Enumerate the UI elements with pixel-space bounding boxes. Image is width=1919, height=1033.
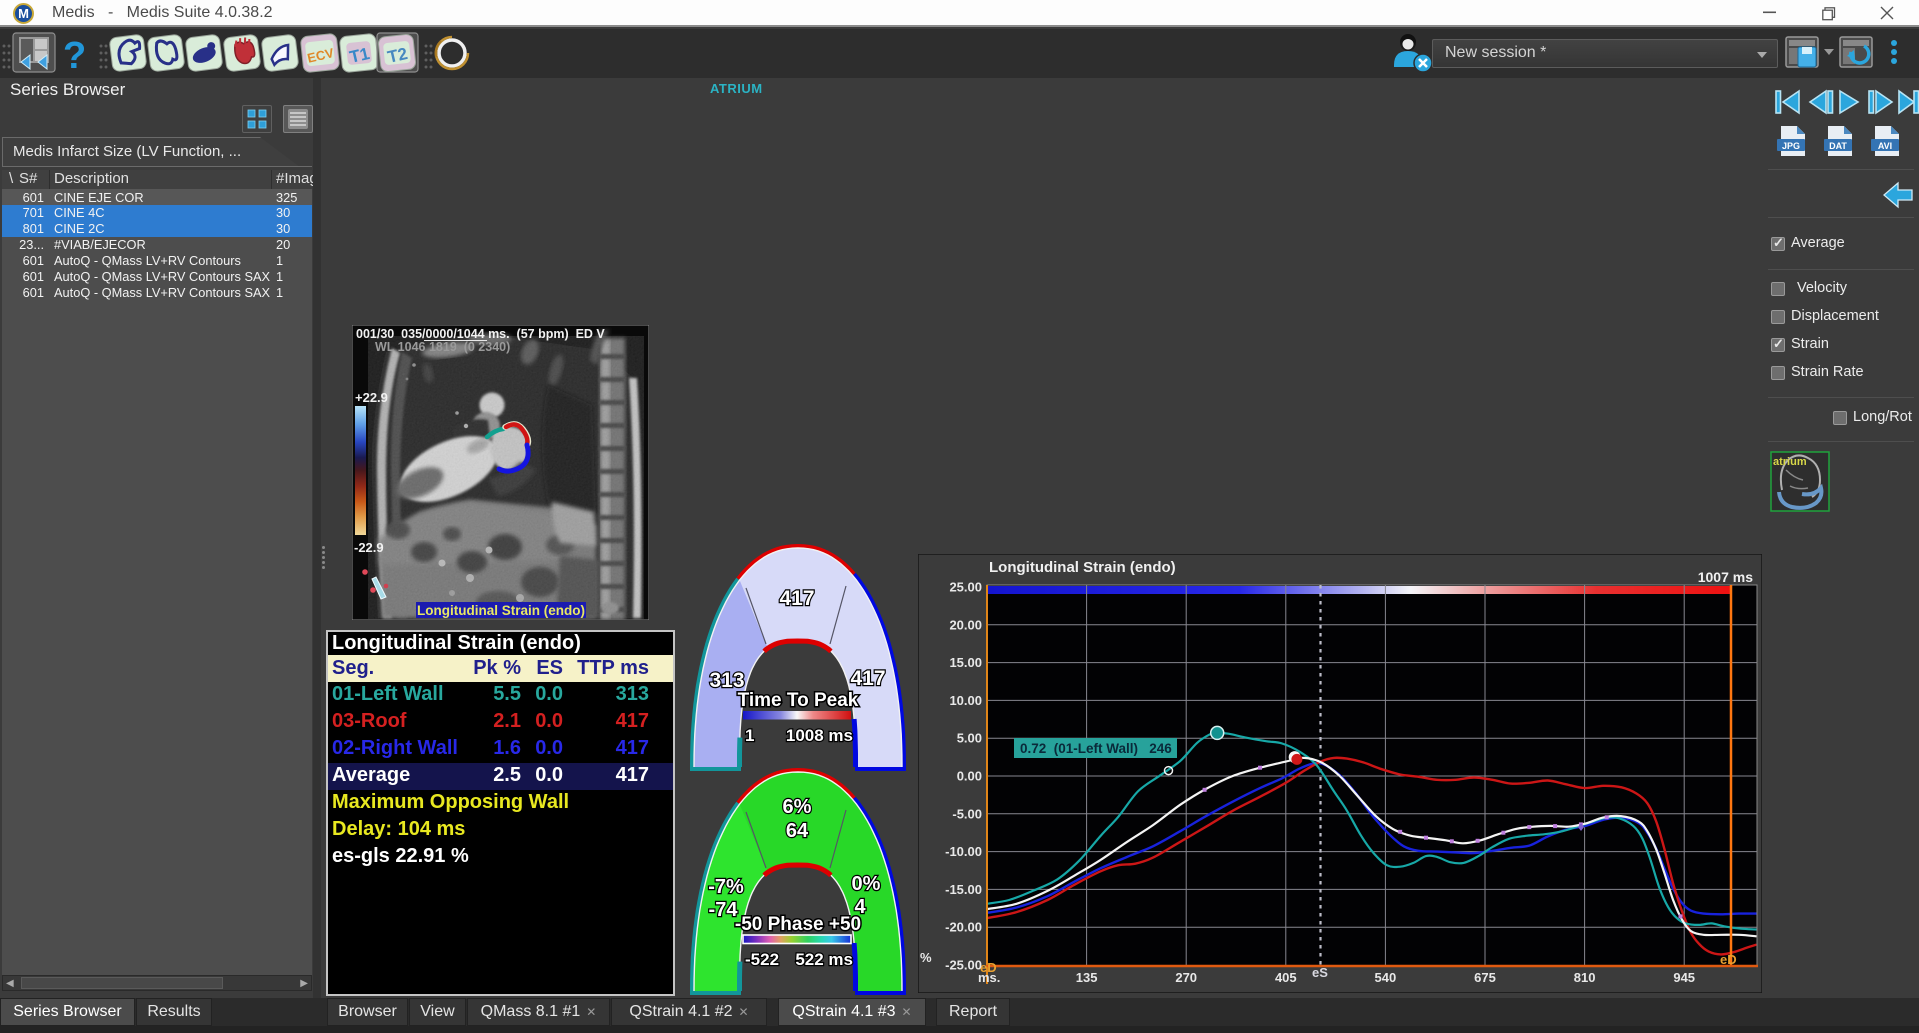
svg-text:0.72 (01-Left Wall) 246: 0.72 (01-Left Wall) 246	[1020, 741, 1172, 756]
svg-text:-22.9: -22.9	[354, 540, 384, 555]
svg-text:-50 Phase +50: -50 Phase +50	[735, 914, 861, 935]
svg-text:810: 810	[1574, 970, 1596, 985]
svg-text:522 ms: 522 ms	[795, 950, 853, 969]
svg-text:675: 675	[1474, 970, 1496, 985]
svg-text:64: 64	[786, 820, 809, 842]
svg-text:?: ?	[63, 35, 86, 77]
svg-text:25.00: 25.00	[949, 580, 982, 595]
svg-text:10.00: 10.00	[949, 693, 982, 708]
svg-text:eS: eS	[1312, 965, 1328, 980]
svg-text:417: 417	[779, 587, 814, 610]
svg-text:Time To Peak: Time To Peak	[738, 690, 859, 711]
svg-text:WL 1046 1819 (0 2340): WL 1046 1819 (0 2340)	[375, 340, 510, 354]
svg-text:atrium: atrium	[1773, 456, 1807, 468]
svg-text:15.00: 15.00	[949, 655, 982, 670]
svg-text:-5.00: -5.00	[952, 806, 982, 821]
svg-text:eD: eD	[1720, 952, 1737, 967]
svg-text:JPG: JPG	[1782, 141, 1800, 151]
svg-text:945: 945	[1673, 970, 1695, 985]
svg-text:+22.9: +22.9	[355, 390, 388, 405]
svg-text:-7%: -7%	[708, 876, 744, 898]
svg-text:6%: 6%	[783, 796, 812, 818]
svg-text:DAT: DAT	[1829, 141, 1847, 151]
svg-text:405: 405	[1275, 970, 1297, 985]
svg-text:20.00: 20.00	[949, 617, 982, 632]
svg-text:-25.00: -25.00	[945, 958, 982, 973]
svg-text:1007 ms: 1007 ms	[1698, 569, 1753, 585]
svg-text:Longitudinal Strain (endo): Longitudinal Strain (endo)	[417, 603, 585, 618]
svg-text:313: 313	[709, 669, 744, 692]
svg-text:-522: -522	[745, 950, 779, 969]
svg-text:0%: 0%	[852, 873, 881, 895]
svg-text:1: 1	[745, 726, 754, 745]
svg-text:417: 417	[850, 667, 885, 690]
svg-text:001/30 035/0000/1044 ms. (57: 001/30 035/0000/1044 ms. (57 bpm) ED V	[356, 327, 605, 341]
svg-text:270: 270	[1175, 970, 1197, 985]
svg-text:Longitudinal Strain (endo): Longitudinal Strain (endo)	[989, 559, 1176, 576]
svg-text:-20.00: -20.00	[945, 920, 982, 935]
svg-text:5.00: 5.00	[957, 731, 982, 746]
svg-text:1008 ms: 1008 ms	[786, 726, 853, 745]
svg-text:135: 135	[1076, 970, 1098, 985]
svg-text:0.00: 0.00	[957, 769, 982, 784]
svg-text:ms.: ms.	[978, 970, 1000, 985]
svg-text:-15.00: -15.00	[945, 882, 982, 897]
svg-text:%: %	[920, 950, 932, 965]
svg-text:-74: -74	[709, 899, 739, 921]
svg-text:-10.00: -10.00	[945, 844, 982, 859]
svg-text:AVI: AVI	[1878, 141, 1892, 151]
svg-text:540: 540	[1375, 970, 1397, 985]
